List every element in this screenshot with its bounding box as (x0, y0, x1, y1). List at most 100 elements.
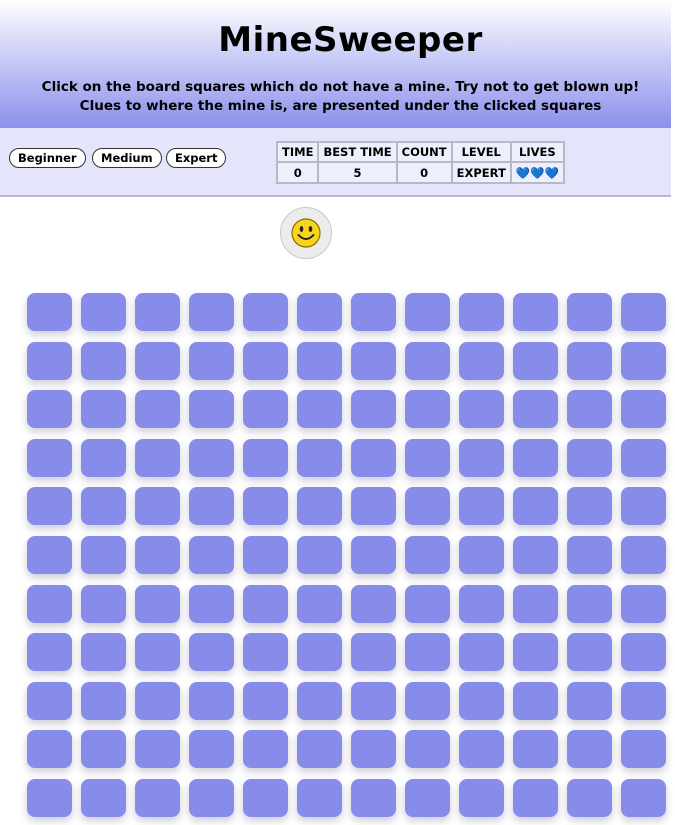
board-cell[interactable] (135, 293, 180, 331)
board-cell[interactable] (27, 779, 72, 817)
board-cell[interactable] (27, 682, 72, 720)
board-cell[interactable] (243, 585, 288, 623)
board-cell[interactable] (297, 682, 342, 720)
board-cell[interactable] (351, 633, 396, 671)
board-cell[interactable] (27, 439, 72, 477)
board-cell[interactable] (351, 536, 396, 574)
board-cell[interactable] (513, 730, 558, 768)
board-cell[interactable] (135, 779, 180, 817)
board-cell[interactable] (189, 730, 234, 768)
board-cell[interactable] (243, 293, 288, 331)
board-cell[interactable] (405, 682, 450, 720)
board-cell[interactable] (81, 342, 126, 380)
board-cell[interactable] (621, 585, 666, 623)
board-cell[interactable] (297, 439, 342, 477)
board-cell[interactable] (567, 390, 612, 428)
board-cell[interactable] (405, 390, 450, 428)
board-cell[interactable] (567, 779, 612, 817)
board-cell[interactable] (567, 633, 612, 671)
board-cell[interactable] (81, 293, 126, 331)
board-cell[interactable] (405, 585, 450, 623)
board-cell[interactable] (27, 342, 72, 380)
board-cell[interactable] (459, 536, 504, 574)
board-cell[interactable] (189, 536, 234, 574)
board-cell[interactable] (27, 487, 72, 525)
board-cell[interactable] (459, 390, 504, 428)
board-cell[interactable] (27, 730, 72, 768)
board-cell[interactable] (459, 633, 504, 671)
board-cell[interactable] (189, 342, 234, 380)
board-cell[interactable] (567, 585, 612, 623)
board-cell[interactable] (405, 439, 450, 477)
board-cell[interactable] (81, 682, 126, 720)
board-cell[interactable] (81, 536, 126, 574)
board-cell[interactable] (567, 342, 612, 380)
board-cell[interactable] (621, 390, 666, 428)
board-cell[interactable] (351, 682, 396, 720)
board-cell[interactable] (513, 633, 558, 671)
board-cell[interactable] (27, 390, 72, 428)
board-cell[interactable] (135, 585, 180, 623)
board-cell[interactable] (243, 682, 288, 720)
board-cell[interactable] (567, 682, 612, 720)
board-cell[interactable] (459, 730, 504, 768)
board-cell[interactable] (243, 439, 288, 477)
board-cell[interactable] (351, 779, 396, 817)
board-cell[interactable] (405, 779, 450, 817)
board-cell[interactable] (513, 342, 558, 380)
board-cell[interactable] (351, 293, 396, 331)
reset-smiley-button[interactable] (280, 207, 332, 259)
board-cell[interactable] (297, 342, 342, 380)
board-cell[interactable] (621, 633, 666, 671)
board-cell[interactable] (297, 536, 342, 574)
board-cell[interactable] (405, 536, 450, 574)
board-cell[interactable] (243, 633, 288, 671)
board-cell[interactable] (243, 487, 288, 525)
board-cell[interactable] (297, 585, 342, 623)
board-cell[interactable] (27, 585, 72, 623)
board-cell[interactable] (567, 536, 612, 574)
board-cell[interactable] (567, 439, 612, 477)
board-cell[interactable] (405, 487, 450, 525)
board-cell[interactable] (135, 682, 180, 720)
board-cell[interactable] (189, 779, 234, 817)
board-cell[interactable] (135, 633, 180, 671)
board-cell[interactable] (459, 487, 504, 525)
medium-button[interactable]: Medium (92, 148, 162, 168)
board-cell[interactable] (405, 293, 450, 331)
board-cell[interactable] (27, 633, 72, 671)
board-cell[interactable] (81, 779, 126, 817)
board-cell[interactable] (135, 536, 180, 574)
board-cell[interactable] (405, 730, 450, 768)
board-cell[interactable] (621, 536, 666, 574)
board-cell[interactable] (243, 730, 288, 768)
board-cell[interactable] (351, 487, 396, 525)
board-cell[interactable] (351, 342, 396, 380)
board-cell[interactable] (27, 536, 72, 574)
board-cell[interactable] (81, 633, 126, 671)
board-cell[interactable] (459, 439, 504, 477)
beginner-button[interactable]: Beginner (9, 148, 86, 168)
board-cell[interactable] (567, 487, 612, 525)
board-cell[interactable] (621, 439, 666, 477)
board-cell[interactable] (621, 342, 666, 380)
board-cell[interactable] (189, 585, 234, 623)
board-cell[interactable] (621, 682, 666, 720)
board-cell[interactable] (135, 342, 180, 380)
board-cell[interactable] (513, 682, 558, 720)
board-cell[interactable] (459, 342, 504, 380)
board-cell[interactable] (27, 293, 72, 331)
board-cell[interactable] (513, 439, 558, 477)
board-cell[interactable] (351, 439, 396, 477)
expert-button[interactable]: Expert (166, 148, 227, 168)
board-cell[interactable] (189, 439, 234, 477)
board-cell[interactable] (81, 585, 126, 623)
board-cell[interactable] (405, 633, 450, 671)
board-cell[interactable] (405, 342, 450, 380)
board-cell[interactable] (81, 730, 126, 768)
board-cell[interactable] (243, 779, 288, 817)
board-cell[interactable] (459, 682, 504, 720)
board-cell[interactable] (243, 342, 288, 380)
board-cell[interactable] (459, 779, 504, 817)
board-cell[interactable] (567, 293, 612, 331)
